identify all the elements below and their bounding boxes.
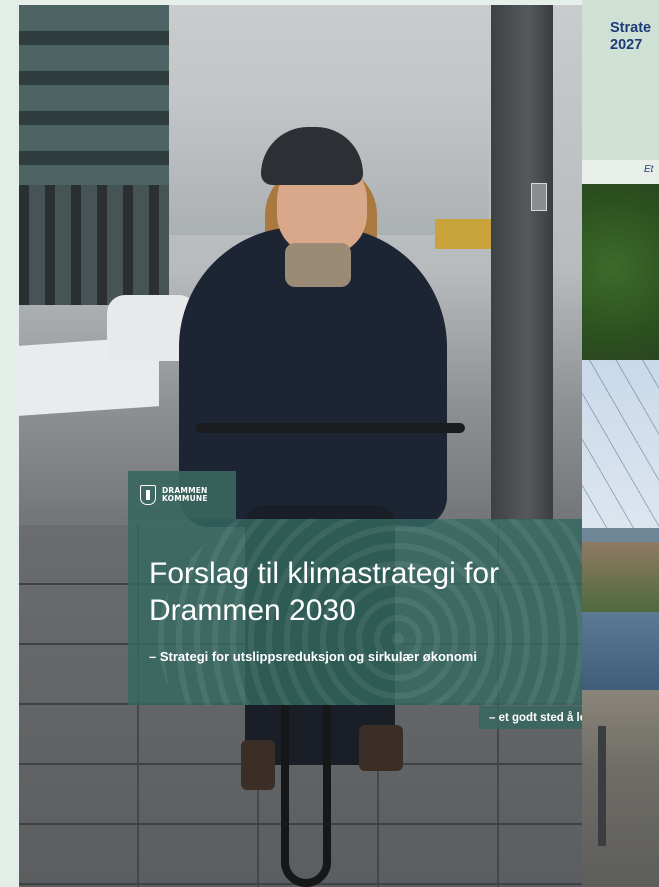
second-cover-band-text: Et <box>644 164 654 175</box>
second-cover-title-line-2: 2027 <box>610 37 643 53</box>
second-cover-header: Strate 2027 <box>582 0 659 160</box>
municipality-logo: DRAMMEN KOMMUNE <box>128 471 236 519</box>
cover-photo-boot-left <box>241 740 275 790</box>
climate-strategy-cover[interactable]: DRAMMEN KOMMUNE Forslag til klimastrateg… <box>19 5 582 887</box>
second-cover-photo-city <box>582 542 659 612</box>
cover-subtitle: – Strategi for utslippsreduksjon og sirk… <box>149 649 477 664</box>
page-margin <box>0 0 19 887</box>
crest-icon <box>140 485 156 505</box>
logo-text: DRAMMEN KOMMUNE <box>162 487 208 503</box>
tagline: – et godt sted å leve <box>479 706 582 729</box>
second-cover-photo-post <box>598 726 606 846</box>
strategy-2027-cover[interactable]: Strate 2027 Et <box>582 0 659 887</box>
cover-title: Forslag til klimastrategi for Drammen 20… <box>149 555 569 629</box>
second-cover-photo-bridge-cables <box>582 360 659 530</box>
cover-photo-handlebar <box>195 423 465 433</box>
cover-photo-scarf <box>285 243 351 287</box>
second-cover-photo-shore <box>582 690 659 887</box>
logo-line-2: KOMMUNE <box>162 494 208 503</box>
second-cover-title: Strate 2027 <box>610 20 651 54</box>
cover-photo-pillar <box>491 5 553 520</box>
cover-title-line-2: Drammen 2030 <box>149 594 356 627</box>
cover-photo-pillar-sign <box>531 183 547 211</box>
second-cover-band: Et <box>582 160 659 184</box>
cover-photo-building <box>19 5 169 305</box>
cover-photo-boot-right <box>359 725 403 771</box>
title-panel: Forslag til klimastrategi for Drammen 20… <box>128 519 582 705</box>
second-cover-title-line-1: Strate <box>610 20 652 36</box>
cover-title-line-1: Forslag til klimastrategi for <box>149 557 500 590</box>
second-cover-photo-bridge <box>582 528 659 542</box>
cover-photo-sign <box>435 219 491 249</box>
second-cover-photo-river <box>582 612 659 690</box>
